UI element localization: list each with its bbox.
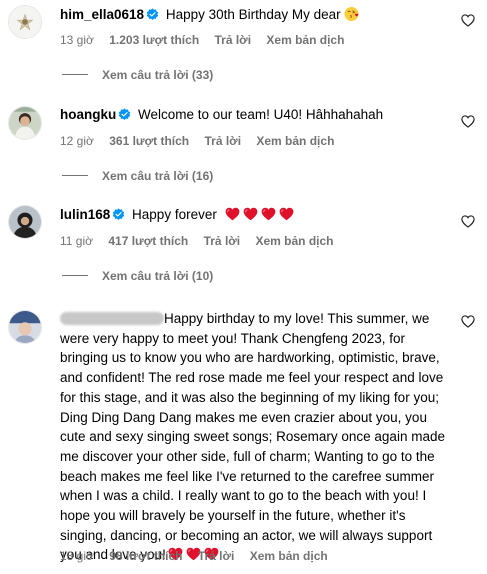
translate-button[interactable]: Xem bản dịch [266, 33, 344, 47]
comment-text: Happy birthday to my love! This summer, … [60, 311, 445, 563]
comment-time[interactable]: 11 giờ [60, 234, 93, 248]
view-replies-button[interactable]: Xem câu trả lời (33) [62, 67, 213, 83]
comment-like-count[interactable]: 98 lượt thích [109, 549, 182, 563]
verified-badge-icon [112, 208, 125, 221]
comment-like-count[interactable]: 1.203 lượt thích [109, 33, 199, 47]
like-heart-icon[interactable] [461, 215, 475, 228]
comment-text: Happy forever [132, 207, 217, 222]
comment-username[interactable]: him_ella0618 [60, 7, 144, 22]
comment-time[interactable]: 13 giờ [60, 33, 94, 47]
replies-divider [62, 275, 88, 276]
face-blowing-kiss-emoji [344, 6, 360, 22]
comment-text: Welcome to our team! U40! Hâhhahahah [138, 107, 384, 122]
avatar[interactable] [8, 310, 42, 344]
comment-username[interactable]: hoangku [60, 107, 116, 122]
avatar[interactable] [8, 5, 42, 39]
view-replies-button[interactable]: Xem câu trả lời (10) [62, 268, 213, 284]
comment-username[interactable]: lulin168 [60, 207, 110, 222]
verified-badge-icon [146, 8, 159, 21]
replies-divider [62, 175, 88, 176]
comment-time[interactable]: 12 giờ [60, 134, 94, 148]
translate-button[interactable]: Xem bản dịch [255, 234, 333, 248]
like-heart-icon[interactable] [461, 14, 475, 27]
translate-button[interactable]: Xem bản dịch [250, 549, 328, 563]
reply-button[interactable]: Trả lời [204, 134, 241, 148]
comment-like-count[interactable]: 361 lượt thích [109, 134, 189, 148]
comment-text: Happy 30th Birthday My dear [165, 7, 341, 22]
red-heart-emoji [279, 207, 294, 221]
reply-button[interactable]: Trả lời [204, 234, 241, 248]
red-heart-emoji [261, 207, 276, 221]
comment-username[interactable] [60, 312, 164, 325]
comment-like-count[interactable]: 417 lượt thích [108, 234, 188, 248]
reply-button[interactable]: Trả lời [215, 33, 252, 47]
comment-time[interactable]: 13 giờ [60, 549, 94, 563]
like-heart-icon[interactable] [461, 315, 475, 328]
avatar[interactable] [8, 205, 42, 239]
reply-button[interactable]: Trả lời [198, 549, 235, 563]
red-heart-emoji [225, 207, 240, 221]
translate-button[interactable]: Xem bản dịch [256, 134, 334, 148]
like-heart-icon[interactable] [461, 115, 475, 128]
replies-divider [62, 74, 88, 75]
red-heart-emoji [243, 207, 258, 221]
verified-badge-icon [118, 108, 131, 121]
view-replies-button[interactable]: Xem câu trả lời (16) [62, 168, 213, 184]
avatar[interactable] [8, 106, 42, 140]
